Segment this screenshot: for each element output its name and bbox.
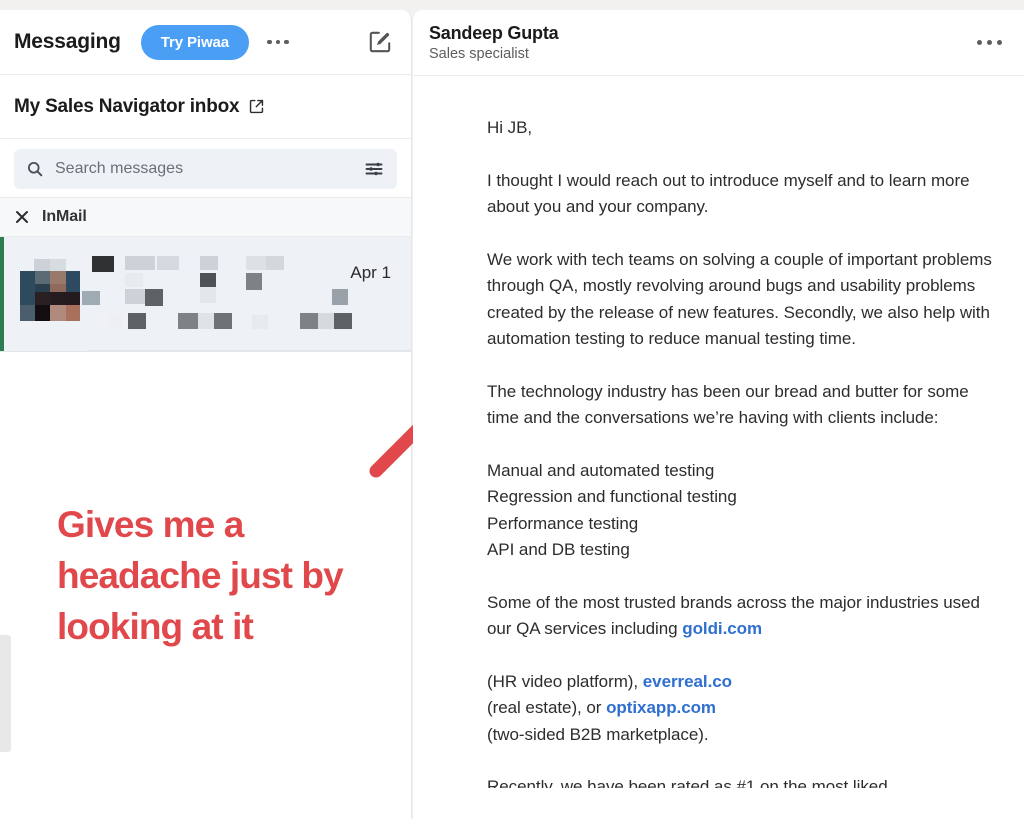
sliders-filter-icon[interactable] — [364, 159, 384, 179]
unread-indicator-bar — [0, 237, 4, 351]
conversation-list-item[interactable]: Apr 1 — [0, 237, 411, 352]
dot-icon — [997, 40, 1002, 45]
search-container — [0, 139, 411, 197]
inmail-filter-chip[interactable]: InMail — [0, 197, 411, 237]
goldi-link[interactable]: goldi.com — [682, 619, 762, 638]
app-window: Messaging Try Piwaa My Sales Navigator i… — [0, 0, 1024, 819]
everreal-link[interactable]: everreal.co — [643, 672, 732, 691]
list-item: API and DB testing — [487, 540, 630, 559]
thread-header: Sandeep Gupta Sales specialist — [413, 10, 1024, 76]
real-estate-text: (real estate), or — [487, 698, 607, 717]
scrollbar-thumb[interactable] — [0, 635, 11, 752]
page-title: Messaging — [14, 30, 121, 53]
search-bar[interactable] — [14, 149, 397, 189]
list-divider — [88, 350, 411, 351]
sidebar-more-menu-button[interactable] — [265, 34, 291, 51]
hr-platform-text: (HR video platform), — [487, 671, 643, 691]
annotation-text: Gives me a headache just by looking at i… — [57, 504, 344, 647]
list-item: Performance testing — [487, 513, 639, 533]
optixapp-link[interactable]: optixapp.com — [606, 698, 716, 717]
message-body-scroll[interactable]: importance of independent QA for your bu… — [413, 76, 1024, 819]
sidebar-header: Messaging Try Piwaa — [0, 10, 411, 75]
message-thread-panel: Sandeep Gupta Sales specialist importanc… — [413, 10, 1024, 819]
thread-sender-info: Sandeep Gupta Sales specialist — [429, 22, 559, 64]
services-list: Manual and automated testing Regression … — [487, 458, 1004, 564]
dot-icon — [284, 39, 289, 45]
search-input[interactable] — [55, 160, 364, 178]
conversation-date: Apr 1 — [350, 263, 391, 282]
dot-icon — [977, 40, 982, 45]
sales-navigator-inbox-row[interactable]: My Sales Navigator inbox — [0, 75, 411, 139]
avatar — [20, 259, 80, 321]
marketplace-text: (two-sided B2B marketplace). — [487, 724, 709, 744]
dot-icon — [275, 39, 281, 45]
sender-name: Sandeep Gupta — [429, 22, 559, 43]
external-link-icon[interactable] — [248, 98, 265, 115]
brands-paragraph: Some of the most trusted brands across t… — [487, 590, 1004, 643]
search-icon — [26, 160, 44, 178]
list-item: Regression and functional testing — [487, 487, 737, 506]
dot-icon — [987, 40, 992, 45]
messaging-sidebar: Messaging Try Piwaa My Sales Navigator i… — [0, 10, 412, 819]
greeting-line: Hi JB, — [487, 118, 533, 137]
list-item: Manual and automated testing — [487, 460, 715, 480]
inbox-title: My Sales Navigator inbox — [14, 95, 240, 117]
close-x-icon[interactable] — [14, 209, 30, 225]
dot-icon — [267, 39, 272, 45]
try-piwaa-button[interactable]: Try Piwaa — [140, 24, 250, 60]
compose-message-button[interactable] — [367, 29, 393, 55]
paragraph-1: I thought I would reach out to introduce… — [487, 170, 970, 217]
links-paragraph: (HR video platform), everreal.co (real es… — [487, 669, 1004, 749]
thread-more-menu-button[interactable] — [975, 32, 1004, 53]
inmail-filter-label: InMail — [42, 208, 87, 225]
compose-pencil-icon — [369, 31, 391, 53]
clipped-next-line: Recently, we have been rated as #1 on th… — [487, 777, 902, 788]
paragraph-2: We work with tech teams on solving a cou… — [487, 249, 992, 349]
sender-subtitle: Sales specialist — [429, 45, 529, 62]
message-content: importance of independent QA for your bu… — [413, 76, 1024, 788]
paragraph-3: The technology industry has been our bre… — [487, 381, 969, 428]
